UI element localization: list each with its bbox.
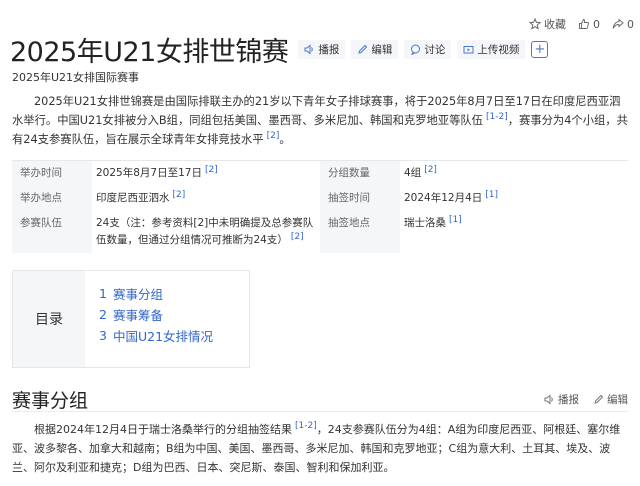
like-count: 0: [593, 17, 600, 31]
reference-link[interactable]: [2]: [267, 131, 280, 141]
intro-paragraph: 2025年U21女排世锦赛是由国际排联主办的21岁以下青年女子排球赛事，将于20…: [12, 92, 628, 149]
section-tools: 播报 编辑: [530, 392, 628, 407]
section-divider: [12, 411, 628, 412]
thumbs-up-icon: [579, 19, 589, 29]
toc-item-label: 赛事筹备: [113, 308, 164, 323]
like-button[interactable]: 0: [578, 18, 600, 31]
section-audio-button[interactable]: 播报: [544, 392, 579, 407]
info-cell: 参赛队伍 24支（注：参考资料[2]中未明确提及总参赛队伍数量，但通过分组情况可…: [12, 211, 320, 253]
toc-number: 2: [99, 307, 107, 322]
title-row: 2025年U21女排世锦赛 播报 编辑 讨论 上传视频 +: [10, 30, 549, 69]
share-button[interactable]: 0: [612, 18, 634, 31]
info-value: 4组 [2]: [400, 161, 628, 186]
section-title: 赛事分组: [12, 390, 89, 412]
section-edit-label: 编辑: [607, 394, 628, 406]
share-count: 0: [627, 17, 634, 31]
chat-icon: [411, 44, 421, 55]
pencil-icon: [594, 394, 604, 404]
reference-link[interactable]: [1]: [449, 215, 462, 225]
toc-number: 1: [99, 286, 107, 301]
info-value-text: 印度尼西亚泗水: [96, 192, 170, 204]
subtitle: 2025年U21女排国际赛事: [12, 71, 140, 84]
reference-link[interactable]: [2]: [291, 232, 304, 242]
info-row: 举办地点 印度尼西亚泗水 [2] 抽签时间 2024年12月4日 [1]: [12, 186, 628, 211]
edit-button[interactable]: 编辑: [351, 40, 399, 59]
toc-item-label: 赛事分组: [113, 287, 164, 302]
speaker-icon: [304, 44, 314, 55]
info-value: 24支（注：参考资料[2]中未明确提及总参赛队伍数量，但通过分组情况可推断为24…: [92, 211, 320, 253]
info-cell: 举办时间 2025年8月7日至17日 [2]: [12, 161, 320, 186]
info-key: 举办时间: [12, 161, 92, 186]
info-value-text: 瑞士洛桑: [404, 217, 446, 229]
toc-item-label: 中国U21女排情况: [113, 329, 214, 344]
toc-number: 3: [99, 328, 107, 343]
speaker-icon: [544, 394, 553, 405]
discuss-label: 讨论: [424, 44, 446, 56]
table-of-contents: 目录 1 赛事分组 2 赛事筹备 3 中国U21女排情况: [12, 270, 250, 368]
pencil-icon: [358, 44, 368, 54]
info-row: 举办时间 2025年8月7日至17日 [2] 分组数量 4组 [2]: [12, 161, 628, 186]
reference-link[interactable]: [1-2]: [486, 112, 508, 122]
audio-button[interactable]: 播报: [298, 40, 346, 59]
reference-link[interactable]: [1-2]: [295, 421, 317, 431]
section-paragraph: 根据2024年12月4日于瑞士洛桑举行的分组抽签结果 [1-2]，24支参赛队伍分…: [12, 420, 628, 477]
upload-video-button[interactable]: 上传视频: [457, 40, 526, 59]
section-edit-button[interactable]: 编辑: [593, 392, 628, 407]
info-value: 2024年12月4日 [1]: [400, 186, 628, 211]
info-value: 2025年8月7日至17日 [2]: [92, 161, 320, 186]
info-value-text: 4组: [404, 167, 422, 179]
info-cell: 抽签时间 2024年12月4日 [1]: [320, 186, 628, 211]
reference-link[interactable]: [2]: [205, 165, 218, 175]
toc-label: 目录: [13, 271, 85, 367]
info-key: 分组数量: [320, 161, 400, 186]
edit-label: 编辑: [371, 44, 393, 56]
toc-list: 1 赛事分组 2 赛事筹备 3 中国U21女排情况: [85, 271, 213, 367]
info-value-text: 2025年8月7日至17日: [96, 167, 202, 179]
info-value-text: 2024年12月4日: [404, 192, 483, 204]
info-row: 参赛队伍 24支（注：参考资料[2]中未明确提及总参赛队伍数量，但通过分组情况可…: [12, 211, 628, 253]
section-audio-label: 播报: [558, 394, 579, 406]
section-header: 赛事分组 播报 编辑: [12, 386, 628, 413]
upload-video-label: 上传视频: [477, 44, 520, 56]
infobox: 举办时间 2025年8月7日至17日 [2] 分组数量 4组 [2] 举办地点 印度…: [12, 160, 628, 253]
info-key: 举办地点: [12, 186, 92, 211]
toc-item-event-groups[interactable]: 1 赛事分组: [99, 283, 213, 304]
audio-label: 播报: [318, 44, 340, 56]
intro-text-3: 。: [279, 133, 291, 146]
info-cell: 分组数量 4组 [2]: [320, 161, 628, 186]
reference-link[interactable]: [2]: [173, 190, 186, 200]
share-icon: [612, 18, 624, 29]
info-cell: 抽签地点 瑞士洛桑 [1]: [320, 211, 628, 253]
star-icon: [529, 18, 541, 30]
reference-link[interactable]: [2]: [424, 165, 437, 175]
reference-link[interactable]: [1]: [485, 190, 498, 200]
toc-item-china-team[interactable]: 3 中国U21女排情况: [99, 325, 213, 346]
discuss-button[interactable]: 讨论: [404, 40, 452, 59]
add-icon[interactable]: +: [531, 41, 549, 58]
video-icon: [463, 46, 474, 54]
info-value: 瑞士洛桑 [1]: [400, 211, 628, 253]
info-key: 抽签地点: [320, 211, 400, 253]
info-key: 抽签时间: [320, 186, 400, 211]
title-tools: 播报 编辑 讨论 上传视频 +: [298, 40, 549, 59]
info-value-text: 24支（注：参考资料[2]中未明确提及总参赛队伍数量，但通过分组情况可推断为24…: [96, 217, 314, 246]
info-cell: 举办地点 印度尼西亚泗水 [2]: [12, 186, 320, 211]
info-key: 参赛队伍: [12, 211, 92, 253]
info-value: 印度尼西亚泗水 [2]: [92, 186, 320, 211]
toc-item-event-preparation[interactable]: 2 赛事筹备: [99, 304, 213, 325]
section-text-1: 根据2024年12月4日于瑞士洛桑举行的分组抽签结果: [34, 423, 292, 436]
page-title: 2025年U21女排世锦赛: [10, 37, 289, 68]
